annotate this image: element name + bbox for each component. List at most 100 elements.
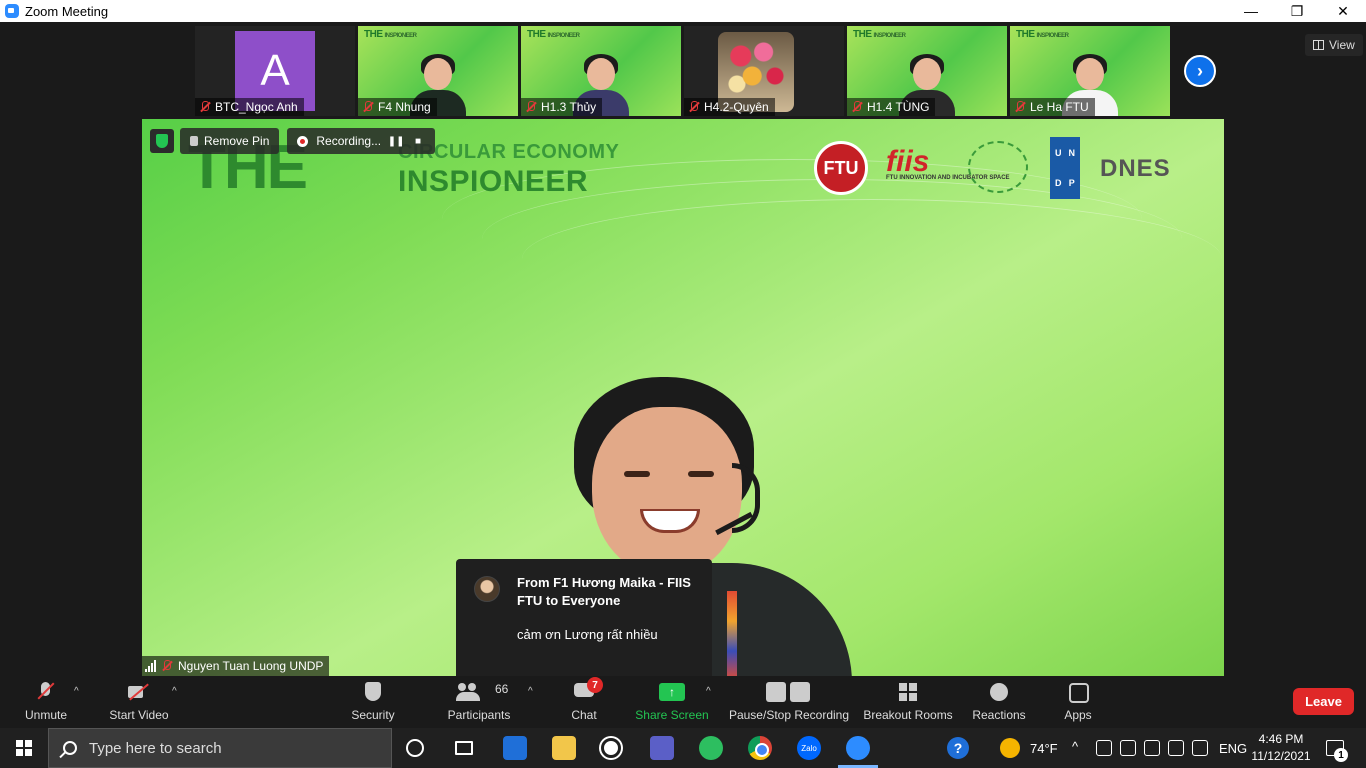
sender-avatar (474, 576, 500, 602)
mini-banner: THE INSPIONEER (853, 29, 906, 40)
share-screen-button[interactable]: ↑ Share Screen (634, 676, 710, 728)
participant-name: F4 Nhung (378, 100, 431, 114)
remove-pin-button[interactable]: Remove Pin (180, 128, 280, 154)
circular-economy-logo (968, 141, 1028, 193)
weather-sun-icon[interactable] (1000, 738, 1020, 758)
app-icon[interactable] (601, 738, 621, 758)
chat-message: cảm ơn Lương rất nhiều (517, 627, 658, 642)
help-icon[interactable]: ? (947, 737, 969, 759)
participant-tile[interactable]: THE INSPIONEER Le Ha FTU (1010, 26, 1170, 116)
maximize-button[interactable]: ❐ (1274, 0, 1320, 22)
chat-notification[interactable]: From F1 Hương Maika - FIIS FTU to Everyo… (456, 559, 712, 682)
participant-name: H1.4 TÙNG (867, 100, 930, 114)
audio-options-caret[interactable]: ^ (74, 686, 79, 697)
shield-icon (361, 682, 385, 702)
evernote-icon[interactable] (699, 736, 723, 760)
weather-temp[interactable]: 74°F (1030, 728, 1058, 768)
participant-name-tag: H1.3 Thủy (521, 98, 603, 116)
participants-options-caret[interactable]: ^ (528, 686, 533, 697)
windows-start-icon[interactable] (16, 740, 32, 756)
dnes-logo: DNES (1100, 155, 1171, 182)
ftu-logo: FTU (814, 141, 868, 195)
share-options-caret[interactable]: ^ (706, 686, 711, 697)
pause-recording-icon[interactable]: ❚❚ (388, 134, 405, 148)
microphone-icon[interactable] (1096, 740, 1112, 756)
task-view-icon[interactable] (455, 741, 473, 755)
mail-icon[interactable] (503, 736, 527, 760)
muted-mic-icon (161, 660, 173, 672)
participant-name-tag: Le Ha FTU (1010, 98, 1095, 116)
window-controls: — ❐ ✕ (1228, 0, 1366, 22)
search-icon (63, 741, 77, 755)
battery-icon[interactable] (1144, 740, 1160, 756)
camera-icon[interactable] (1120, 740, 1136, 756)
chrome-icon[interactable] (748, 736, 772, 760)
participant-tile[interactable]: THE INSPIONEER F4 Nhung (358, 26, 518, 116)
security-button[interactable]: Security (343, 676, 403, 728)
participant-tile[interactable]: THE INSPIONEER H1.4 TÙNG (847, 26, 1007, 116)
participants-button[interactable]: 66 Participants (444, 676, 514, 728)
system-tray-icons: ^ (1072, 740, 1208, 756)
participant-tile[interactable]: A BTC_Ngọc Anh (195, 26, 355, 116)
participant-name-tag: BTC_Ngọc Anh (195, 98, 304, 116)
leave-button[interactable]: Leave (1293, 688, 1354, 715)
participant-name: H4.2-Quyên (704, 100, 769, 114)
zalo-icon[interactable]: Zalo (797, 736, 821, 760)
participant-tile[interactable]: THE INSPIONEER H1.3 Thủy (521, 26, 681, 116)
zoom-taskbar-icon[interactable] (846, 736, 870, 760)
wifi-icon[interactable] (1168, 740, 1184, 756)
participant-name-tag: F4 Nhung (358, 98, 437, 116)
zoom-app-icon (5, 4, 19, 18)
unmute-button[interactable]: Unmute (14, 676, 78, 728)
chat-sender: From F1 Hương Maika - FIIS FTU to Everyo… (517, 575, 691, 608)
participant-name-tag: H4.2-Quyên (684, 98, 775, 116)
muted-mic-icon (525, 101, 537, 113)
participants-count: 66 (495, 682, 509, 696)
notification-count: 1 (1334, 748, 1348, 762)
apps-button[interactable]: Apps (1060, 676, 1096, 728)
banner-inspioneer: INSPIONEER (398, 165, 589, 198)
participant-name-tag: H1.4 TÙNG (847, 98, 936, 116)
participant-tile[interactable]: H4.2-Quyên (684, 26, 844, 116)
system-clock[interactable]: 4:46 PM 11/12/2021 (1248, 731, 1314, 765)
participant-name: BTC_Ngọc Anh (215, 100, 298, 114)
muted-mic-icon (851, 101, 863, 113)
participant-name: H1.3 Thủy (541, 100, 597, 114)
volume-icon[interactable] (1192, 740, 1208, 756)
title-bar: Zoom Meeting — ❐ ✕ (0, 0, 1366, 22)
video-options-caret[interactable]: ^ (172, 686, 177, 697)
encryption-shield-icon[interactable] (150, 129, 174, 153)
cortana-icon[interactable] (406, 739, 424, 757)
file-explorer-icon[interactable] (552, 736, 576, 760)
mic-muted-icon (34, 682, 58, 702)
speaker-name-tag: Nguyen Tuan Luong UNDP (142, 656, 330, 676)
clock-date: 11/12/2021 (1251, 749, 1311, 763)
recording-indicator: Recording... ❚❚ ■ (287, 128, 436, 154)
search-input[interactable] (89, 739, 349, 757)
speaker-name: Nguyen Tuan Luong UNDP (178, 659, 324, 673)
breakout-rooms-button[interactable]: Breakout Rooms (862, 676, 954, 728)
reactions-button[interactable]: Reactions (970, 676, 1028, 728)
muted-mic-icon (688, 101, 700, 113)
next-page-button[interactable]: › (1184, 55, 1216, 87)
stop-recording-icon[interactable]: ■ (411, 134, 425, 148)
taskbar-search[interactable] (48, 728, 392, 768)
video-off-icon (127, 682, 151, 702)
chat-unread-badge: 7 (587, 677, 603, 693)
minimize-button[interactable]: — (1228, 0, 1274, 22)
video-overlay-controls: Remove Pin Recording... ❚❚ ■ (150, 128, 436, 154)
view-button[interactable]: View (1305, 34, 1363, 56)
smiley-icon (987, 682, 1011, 702)
start-video-button[interactable]: Start Video (102, 676, 176, 728)
chevron-up-icon[interactable]: ^ (1072, 740, 1088, 756)
record-icon (297, 135, 309, 147)
view-label: View (1329, 38, 1355, 52)
participants-icon (455, 682, 480, 702)
participant-strip: A BTC_Ngọc Anh THE INSPIONEER F4 Nhung TH… (195, 26, 1170, 116)
pin-icon (190, 136, 198, 146)
chevron-right-icon: › (1197, 60, 1203, 81)
pause-stop-recording-button[interactable]: Pause/Stop Recording (728, 676, 850, 728)
close-button[interactable]: ✕ (1320, 0, 1366, 22)
teams-icon[interactable] (650, 736, 674, 760)
input-language[interactable]: ENG (1219, 728, 1247, 768)
